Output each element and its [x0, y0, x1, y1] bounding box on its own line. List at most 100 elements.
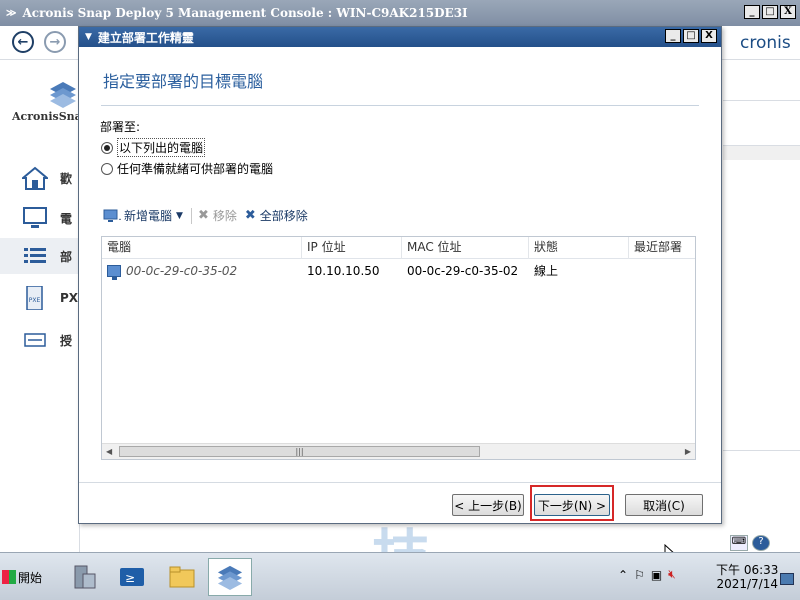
taskbar-powershell[interactable]: ≥	[110, 558, 154, 596]
sidebar-item-label: PX	[60, 291, 79, 305]
wizard-maximize-button[interactable]: □	[683, 29, 699, 43]
next-button[interactable]: 下一步(N) >	[534, 494, 610, 516]
network-icon[interactable]: ▣	[651, 568, 662, 582]
minimize-button[interactable]: _	[744, 5, 760, 19]
wizard-step-heading: 指定要部署的目標電腦	[103, 72, 264, 91]
cell-computer: 00-0c-29-c0-35-02	[102, 259, 302, 283]
sidebar-item-license[interactable]: 授	[0, 322, 80, 358]
column-header-last-deployment[interactable]: 最近部署	[629, 237, 695, 259]
system-clock[interactable]: 下午 06:33 2021/7/14	[716, 563, 778, 591]
window-menu-icon[interactable]: ▼	[85, 32, 92, 42]
list-icon	[24, 248, 46, 263]
column-header-status[interactable]: 狀態	[529, 237, 629, 259]
chevron-down-icon[interactable]: ▼	[176, 211, 183, 221]
help-icon[interactable]: ?	[752, 535, 770, 551]
radio-listed-computers[interactable]: 以下列出的電腦	[101, 138, 206, 157]
cell-mac: 00-0c-29-c0-35-02	[407, 264, 519, 278]
acronis-logo-icon	[217, 565, 243, 590]
taskbar-explorer[interactable]	[160, 558, 204, 596]
console-status-icons: ⌨ ?	[730, 535, 770, 551]
radio-button[interactable]	[101, 141, 113, 154]
radio-label: 以下列出的電腦	[117, 138, 206, 157]
sidebar-item-label: 歡	[60, 171, 73, 186]
keyboard-icon[interactable]: ⌨	[730, 535, 748, 551]
computer-list-toolbar: + 新增電腦 ▼ ✖ 移除 ✖ 全部移除	[103, 207, 316, 224]
horizontal-scrollbar[interactable]: ◀ ||| ▶	[102, 443, 695, 459]
main-window-title-bar: ≫ Acronis Snap Deploy 5 Management Conso…	[0, 0, 800, 26]
wizard-title-bar: ▼ 建立部署工作精靈 _ □ X	[79, 27, 721, 47]
action-center-flag-icon[interactable]: ⚐	[634, 568, 645, 582]
taskbar-server-manager[interactable]	[62, 558, 106, 596]
computer-name: 00-0c-29-c0-35-02	[126, 264, 238, 278]
column-header-mac[interactable]: MAC 位址	[402, 237, 529, 259]
acronis-brand-logo: cronis	[740, 33, 791, 53]
sidebar-item-pxe[interactable]: PXE PX	[0, 280, 80, 316]
add-computer-label: 新增電腦	[124, 209, 173, 223]
cell-last-deployment	[629, 259, 695, 283]
svg-text:≥: ≥	[125, 571, 135, 585]
powershell-icon: ≥	[120, 568, 144, 586]
server-manager-icon	[74, 565, 96, 589]
scroll-left-icon[interactable]: ◀	[106, 447, 112, 456]
system-tray: ⌃ ⚐ ▣ 🔇︎	[618, 567, 676, 582]
wizard-title: 建立部署工作精靈	[97, 30, 194, 45]
back-arrow-icon[interactable]: ←	[12, 31, 34, 53]
wizard-close-button[interactable]: X	[701, 29, 717, 43]
remove-button[interactable]: ✖ 移除	[198, 207, 237, 224]
computer-icon	[107, 265, 121, 280]
target-computers-table: 電腦 IP 位址 MAC 位址 狀態 最近部署 00-0c-29-c0-35-0…	[101, 236, 696, 460]
wizard-minimize-button[interactable]: _	[665, 29, 681, 43]
add-computer-icon: +	[103, 209, 121, 223]
radio-button[interactable]	[101, 162, 113, 175]
remove-all-button[interactable]: ✖ 全部移除	[245, 207, 308, 224]
radio-any-ready-computer[interactable]: 任何準備就緒可供部署的電腦	[101, 160, 273, 177]
cancel-button[interactable]: 取消(C)	[625, 494, 703, 516]
main-window-title: Acronis Snap Deploy 5 Management Console…	[22, 6, 468, 20]
table-header: 電腦 IP 位址 MAC 位址 狀態 最近部署	[102, 237, 695, 259]
window-menu-icon[interactable]: ≫	[6, 8, 16, 19]
console-sidebar: AcronisSna 歡 電 部 PXE PX 授	[0, 60, 82, 552]
pxe-server-icon: PXE	[26, 286, 43, 310]
start-button[interactable]: 開始	[2, 563, 48, 591]
close-button[interactable]: X	[780, 5, 796, 19]
back-button[interactable]: < 上一步(B)	[452, 494, 524, 516]
folder-icon	[169, 566, 195, 588]
sidebar-item-label: 電	[60, 211, 73, 226]
footer-divider	[79, 482, 721, 483]
scrollbar-thumb[interactable]: |||	[119, 446, 480, 457]
license-icon	[24, 333, 46, 347]
tray-expand-icon[interactable]: ⌃	[618, 568, 628, 582]
sidebar-item-welcome[interactable]: 歡	[0, 160, 80, 196]
show-desktop-button[interactable]	[780, 573, 794, 585]
column-header-ip[interactable]: IP 位址	[302, 237, 402, 259]
column-header-computer[interactable]: 電腦	[102, 237, 302, 259]
table-row[interactable]: 00-0c-29-c0-35-02 10.10.10.50 00-0c-29-c…	[102, 259, 695, 283]
sidebar-item-label: 授	[60, 333, 73, 348]
scroll-right-icon[interactable]: ▶	[685, 447, 691, 456]
pxe-icon-label: PXE	[29, 297, 41, 304]
clock-date: 2021/7/14	[716, 577, 778, 591]
remove-label: 移除	[212, 209, 237, 223]
heading-divider	[101, 105, 699, 106]
windows-flag-icon	[2, 570, 16, 584]
create-deployment-wizard: ▼ 建立部署工作精靈 _ □ X 指定要部署的目標電腦 部署至: 以下列出的電腦…	[78, 26, 722, 524]
sidebar-item-label: 部	[60, 249, 73, 264]
console-content-panel	[723, 60, 800, 552]
taskbar-acronis-console[interactable]	[208, 558, 252, 596]
remove-x-icon: ✖	[197, 208, 209, 223]
volume-muted-icon[interactable]: 🔇︎	[668, 567, 676, 582]
acronis-logo-icon	[50, 82, 76, 108]
radio-label: 任何準備就緒可供部署的電腦	[117, 162, 274, 176]
forward-arrow-icon[interactable]: →	[44, 31, 66, 53]
monitor-icon	[23, 207, 47, 228]
sidebar-item-deployments[interactable]: 部	[0, 238, 80, 274]
add-computer-button[interactable]: + 新增電腦 ▼	[103, 207, 183, 224]
maximize-button[interactable]: □	[762, 5, 778, 19]
cell-ip: 10.10.10.50	[307, 264, 380, 278]
clock-time: 下午 06:33	[716, 563, 779, 577]
deploy-to-label: 部署至:	[100, 120, 141, 134]
remove-all-label: 全部移除	[259, 209, 308, 223]
cell-status: 線上	[534, 264, 559, 278]
sidebar-item-computers[interactable]: 電	[0, 200, 80, 236]
svg-text:+: +	[118, 215, 121, 223]
